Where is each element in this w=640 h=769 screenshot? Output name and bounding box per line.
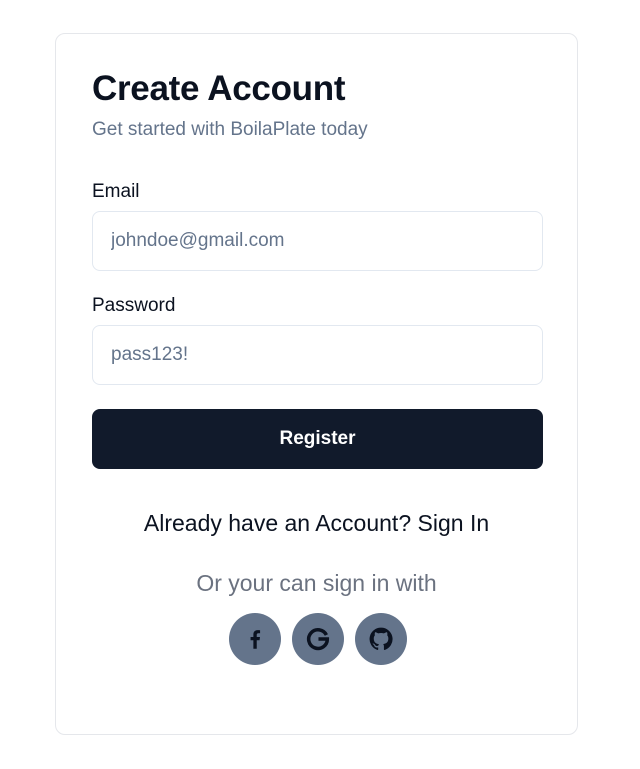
social-buttons — [229, 613, 407, 665]
signin-prompt-text: Already have an Account? — [143, 510, 412, 536]
register-button[interactable]: Register — [92, 409, 543, 469]
page-subtitle: Get started with BoilaPlate today — [92, 119, 368, 140]
page-title: Create Account — [92, 69, 346, 108]
facebook-button[interactable] — [229, 613, 281, 665]
google-icon — [306, 628, 330, 651]
signin-prompt: Already have an Account? Sign In — [56, 508, 577, 538]
signin-link[interactable]: Sign In — [418, 510, 490, 536]
register-card: Create Account Get started with BoilaPla… — [55, 33, 578, 735]
github-button[interactable] — [355, 613, 407, 665]
password-field[interactable] — [92, 325, 543, 385]
facebook-icon — [250, 630, 261, 649]
email-label: Email — [92, 181, 140, 202]
social-caption: Or your can sign in with — [196, 570, 437, 596]
password-label: Password — [92, 295, 176, 316]
github-icon — [369, 627, 393, 650]
google-button[interactable] — [292, 613, 344, 665]
email-field[interactable] — [92, 211, 543, 271]
